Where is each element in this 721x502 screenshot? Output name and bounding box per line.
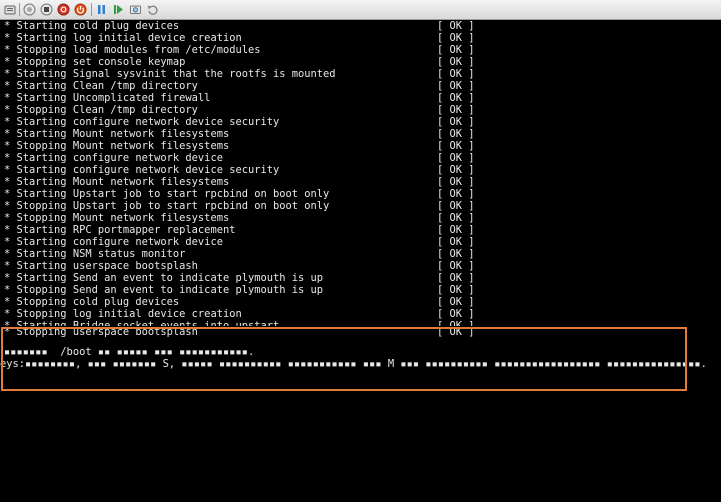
boot-log-status: [ OK ]: [437, 296, 475, 308]
boot-log-line: * Stopping Send an event to indicate ply…: [4, 284, 721, 296]
boot-log-text: * Starting Mount network filesystems: [4, 128, 230, 140]
boot-log-text: * Stopping Send an event to indicate ply…: [4, 284, 324, 296]
boot-log-line: * Starting configure network device secu…: [4, 164, 721, 176]
boot-log-text: * Stopping Mount network filesystems: [4, 212, 230, 224]
boot-log-status: [ OK ]: [437, 68, 475, 80]
boot-log-line: * Starting log initial device creation [ …: [4, 32, 721, 44]
stop-icon[interactable]: [40, 3, 53, 16]
boot-log-line: * Starting Upstart job to start rpcbind …: [4, 188, 721, 200]
boot-log-status: [ OK ]: [437, 92, 475, 104]
boot-log-line: * Starting NSM status monitor [ OK ]: [4, 248, 721, 260]
boot-log-status: [ OK ]: [437, 104, 475, 116]
boot-log-text: * Starting Mount network filesystems: [4, 176, 230, 188]
boot-log-line: * Stopping log initial device creation [ …: [4, 308, 721, 320]
toolbar-separator: [91, 3, 92, 16]
toolbar-separator: [19, 3, 20, 16]
pause-screen-icon[interactable]: [23, 3, 36, 16]
play-icon[interactable]: [112, 3, 125, 16]
boot-log-text: * Stopping Clean /tmp directory: [4, 104, 198, 116]
boot-log-text: * Stopping load modules from /etc/module…: [4, 44, 261, 56]
boot-log-text: * Starting configure network device secu…: [4, 116, 280, 128]
boot-log-status: [ OK ]: [437, 188, 475, 200]
boot-log-line: * Stopping Clean /tmp directory [ OK ]: [4, 104, 721, 116]
boot-log-text: * Starting userspace bootsplash: [4, 260, 198, 272]
boot-log-line: * Starting cold plug devices [ OK ]: [4, 20, 721, 32]
boot-log-text: * Stopping cold plug devices: [4, 296, 180, 308]
boot-log-text: * Starting NSM status monitor: [4, 248, 186, 260]
boot-log-line: * Starting Send an event to indicate ply…: [4, 272, 721, 284]
boot-log-line: * Starting Clean /tmp directory [ OK ]: [4, 80, 721, 92]
boot-log-line: * Stopping Mount network filesystems [ OK…: [4, 212, 721, 224]
snapshot-icon[interactable]: [129, 3, 142, 16]
boot-log-line: * Stopping userspace bootsplash [ OK ]: [4, 326, 721, 338]
boot-log-status: [ OK ]: [437, 20, 475, 32]
boot-log-text: * Starting RPC portmapper replacement: [4, 224, 236, 236]
boot-log-status: [ OK ]: [437, 272, 475, 284]
boot-log-text: * Starting Uncomplicated firewall: [4, 92, 211, 104]
boot-log-status: [ OK ]: [437, 56, 475, 68]
boot-log-text: * Starting configure network device: [4, 236, 223, 248]
vm-toolbar: [0, 0, 721, 20]
garbled-message-keys: eys:▪▪▪▪▪▪▪▪, ▪▪▪ ▪▪▪▪▪▪▪ S, ▪▪▪▪▪ ▪▪▪▪▪…: [0, 358, 707, 370]
boot-log-status: [ OK ]: [437, 308, 475, 320]
boot-log-line: * Stopping set console keymap [ OK ]: [4, 56, 721, 68]
boot-log-status: [ OK ]: [437, 236, 475, 248]
boot-log-status: [ OK ]: [437, 116, 475, 128]
boot-log-text: * Stopping userspace bootsplash: [4, 326, 198, 338]
boot-log-status: [ OK ]: [437, 260, 475, 272]
revert-icon[interactable]: [146, 3, 159, 16]
boot-log-status: [ OK ]: [437, 284, 475, 296]
boot-log-status: [ OK ]: [437, 326, 475, 338]
boot-log-status: [ OK ]: [437, 80, 475, 92]
boot-log-status: [ OK ]: [437, 164, 475, 176]
boot-log-line: * Stopping Upstart job to start rpcbind …: [4, 200, 721, 212]
boot-log-status: [ OK ]: [437, 200, 475, 212]
pause-icon[interactable]: [95, 3, 108, 16]
boot-log-line: * Stopping Mount network filesystems [ OK…: [4, 140, 721, 152]
boot-log-line: * Starting Signal sysvinit that the root…: [4, 68, 721, 80]
boot-log-line: * Starting RPC portmapper replacement [ O…: [4, 224, 721, 236]
boot-log-text: * Stopping set console keymap: [4, 56, 186, 68]
boot-log-status: [ OK ]: [437, 140, 475, 152]
boot-log-line: * Stopping load modules from /etc/module…: [4, 44, 721, 56]
boot-log-line: * Starting configure network device [ OK …: [4, 236, 721, 248]
boot-log-text: * Starting Signal sysvinit that the root…: [4, 68, 336, 80]
reset-icon[interactable]: [57, 3, 70, 16]
boot-log-status: [ OK ]: [437, 248, 475, 260]
boot-log-status: [ OK ]: [437, 44, 475, 56]
boot-log-line: * Stopping cold plug devices [ OK ]: [4, 296, 721, 308]
garbled-message-boot: ▪▪▪▪▪▪▪ /boot ▪▪ ▪▪▪▪▪ ▪▪▪ ▪▪▪▪▪▪▪▪▪▪▪.: [4, 346, 255, 358]
boot-log-status: [ OK ]: [437, 224, 475, 236]
boot-log-line: * Starting configure network device secu…: [4, 116, 721, 128]
boot-log-status: [ OK ]: [437, 32, 475, 44]
boot-log-status: [ OK ]: [437, 212, 475, 224]
boot-log-text: * Stopping log initial device creation: [4, 308, 242, 320]
boot-log-text: * Starting Send an event to indicate ply…: [4, 272, 324, 284]
boot-log-line: * Starting Mount network filesystems [ OK…: [4, 128, 721, 140]
boot-log-status: [ OK ]: [437, 152, 475, 164]
boot-log-line: * Starting userspace bootsplash [ OK ]: [4, 260, 721, 272]
boot-log-status: [ OK ]: [437, 128, 475, 140]
boot-log-text: * Stopping Upstart job to start rpcbind …: [4, 200, 330, 212]
boot-log-status: [ OK ]: [437, 176, 475, 188]
boot-log-line: * Starting Uncomplicated firewall [ OK ]: [4, 92, 721, 104]
boot-log-text: * Starting Clean /tmp directory: [4, 80, 198, 92]
boot-log-text: * Starting log initial device creation: [4, 32, 242, 44]
console-screen[interactable]: * Starting cold plug devices[ OK ] * Star…: [0, 20, 721, 502]
boot-log-text: * Starting configure network device secu…: [4, 164, 280, 176]
boot-log-line: * Starting Mount network filesystems [ OK…: [4, 176, 721, 188]
boot-log-text: * Starting configure network device: [4, 152, 223, 164]
boot-log-text: * Starting Upstart job to start rpcbind …: [4, 188, 330, 200]
boot-log-text: * Stopping Mount network filesystems: [4, 140, 230, 152]
boot-log-text: * Starting cold plug devices: [4, 20, 180, 32]
boot-log-line: * Starting configure network device [ OK …: [4, 152, 721, 164]
power-icon[interactable]: [74, 3, 87, 16]
ctrl-alt-del-icon[interactable]: [3, 3, 16, 16]
